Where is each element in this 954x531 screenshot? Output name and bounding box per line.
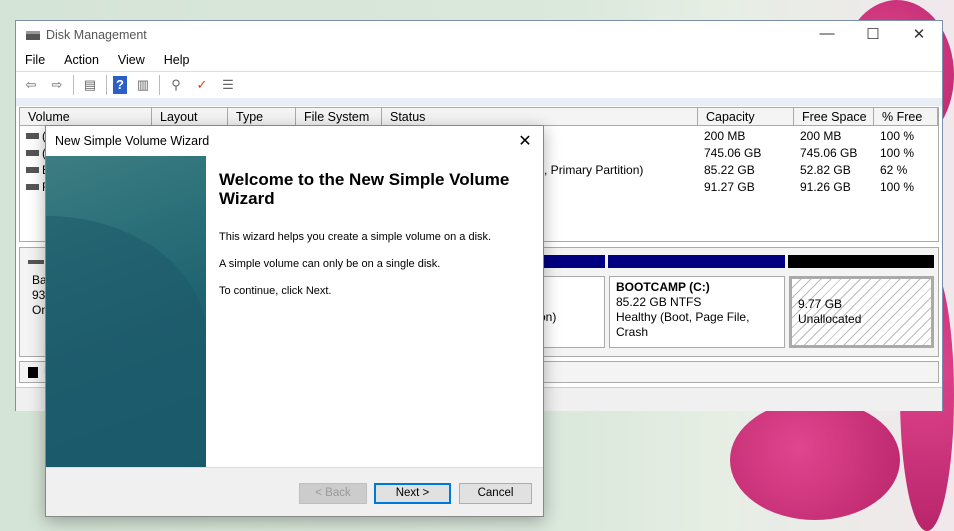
volume-percent-free: 100 % bbox=[880, 180, 915, 194]
menu-help[interactable]: Help bbox=[164, 53, 190, 67]
connect-icon[interactable]: ⚲ bbox=[166, 76, 186, 94]
dialog-title: New Simple Volume Wizard bbox=[55, 134, 210, 148]
back-button[interactable]: < Back bbox=[299, 483, 367, 504]
unallocated-label: Unallocated bbox=[798, 312, 862, 326]
menu-bar: File Action View Help bbox=[16, 49, 942, 71]
console-tree-icon[interactable]: ▤ bbox=[80, 76, 100, 94]
next-button[interactable]: Next > bbox=[374, 483, 451, 504]
unallocated-bar bbox=[788, 255, 934, 268]
column-status[interactable]: Status bbox=[382, 108, 698, 126]
window-title: Disk Management bbox=[46, 28, 147, 42]
volume-capacity: 85.22 GB bbox=[704, 163, 755, 177]
partition-name: BOOTCAMP (C:) bbox=[616, 280, 710, 294]
banner-curve bbox=[46, 216, 206, 469]
dialog-footer: < Back Next > Cancel bbox=[46, 467, 543, 516]
disk-icon bbox=[28, 260, 44, 264]
title-bar: Disk Management — ☐ ✕ bbox=[16, 21, 942, 49]
menu-file[interactable]: File bbox=[25, 53, 45, 67]
column-free-space[interactable]: Free Space bbox=[794, 108, 874, 126]
column-type[interactable]: Type bbox=[228, 108, 296, 126]
column-layout[interactable]: Layout bbox=[152, 108, 228, 126]
separator bbox=[106, 74, 107, 95]
dialog-close-button[interactable]: ✕ bbox=[515, 131, 535, 151]
menu-action[interactable]: Action bbox=[64, 53, 99, 67]
back-arrow-icon[interactable]: ⇦ bbox=[21, 76, 41, 94]
volume-percent-free: 62 % bbox=[880, 163, 908, 177]
volume-drive-icon bbox=[26, 150, 39, 156]
separator bbox=[159, 74, 160, 95]
volume-free-space: 52.82 GB bbox=[800, 163, 851, 177]
volume-drive-icon bbox=[26, 133, 39, 139]
volume-percent-free: 100 % bbox=[880, 129, 915, 143]
volume-capacity: 745.06 GB bbox=[704, 146, 762, 160]
pane-spacer bbox=[16, 98, 942, 106]
wizard-description: This wizard helps you create a simple vo… bbox=[219, 231, 492, 243]
column-percent-free[interactable]: % Free bbox=[874, 108, 938, 126]
new-simple-volume-wizard-dialog: New Simple Volume Wizard ✕ Welcome to th… bbox=[45, 125, 544, 517]
volume-drive-icon bbox=[26, 184, 39, 190]
maximize-button[interactable]: ☐ bbox=[850, 25, 896, 43]
unallocated-size: 9.77 GB bbox=[798, 297, 843, 311]
wizard-banner-image bbox=[46, 156, 206, 469]
volume-percent-free: 100 % bbox=[880, 146, 915, 160]
partition-status: Healthy (Boot, Page File, Crash bbox=[616, 310, 750, 339]
close-button[interactable]: ✕ bbox=[896, 25, 942, 43]
volume-free-space: 200 MB bbox=[800, 129, 842, 143]
column-file-system[interactable]: File System bbox=[296, 108, 382, 126]
partition-bootcamp[interactable]: BOOTCAMP (C:) 85.22 GB NTFS Healthy (Boo… bbox=[609, 276, 785, 348]
volume-capacity: 200 MB bbox=[704, 129, 746, 143]
separator bbox=[73, 74, 74, 95]
volume-free-space: 745.06 GB bbox=[800, 146, 858, 160]
wizard-description: A simple volume can only be on a single … bbox=[219, 258, 441, 270]
partition-unallocated[interactable]: 9.77 GB Unallocated bbox=[789, 276, 934, 348]
help-icon[interactable]: ? bbox=[113, 75, 127, 94]
partition-size: 85.22 GB NTFS bbox=[616, 295, 702, 309]
volume-drive-icon bbox=[26, 167, 39, 173]
cancel-button[interactable]: Cancel bbox=[459, 483, 532, 504]
unallocated-legend-swatch bbox=[28, 367, 38, 378]
minimize-button[interactable]: — bbox=[804, 25, 850, 42]
volume-free-space: 91.26 GB bbox=[800, 180, 851, 194]
disk-drive-icon bbox=[26, 30, 40, 40]
properties-icon[interactable]: ☰ bbox=[218, 76, 238, 94]
checklist-icon[interactable]: ✓ bbox=[192, 76, 212, 94]
background-flower bbox=[730, 400, 900, 520]
column-capacity[interactable]: Capacity bbox=[698, 108, 794, 126]
forward-arrow-icon[interactable]: ⇨ bbox=[47, 76, 67, 94]
partition-bar bbox=[608, 255, 785, 268]
action-pane-icon[interactable]: ▥ bbox=[133, 76, 153, 94]
column-volume[interactable]: Volume bbox=[20, 108, 152, 126]
wizard-heading: Welcome to the New Simple Volume Wizard bbox=[219, 170, 510, 208]
toolbar: ⇦ ⇨ ▤ ? ▥ ⚲ ✓ ☰ bbox=[16, 71, 942, 97]
wizard-instruction: To continue, click Next. bbox=[219, 285, 332, 297]
volume-capacity: 91.27 GB bbox=[704, 180, 755, 194]
menu-view[interactable]: View bbox=[118, 53, 145, 67]
